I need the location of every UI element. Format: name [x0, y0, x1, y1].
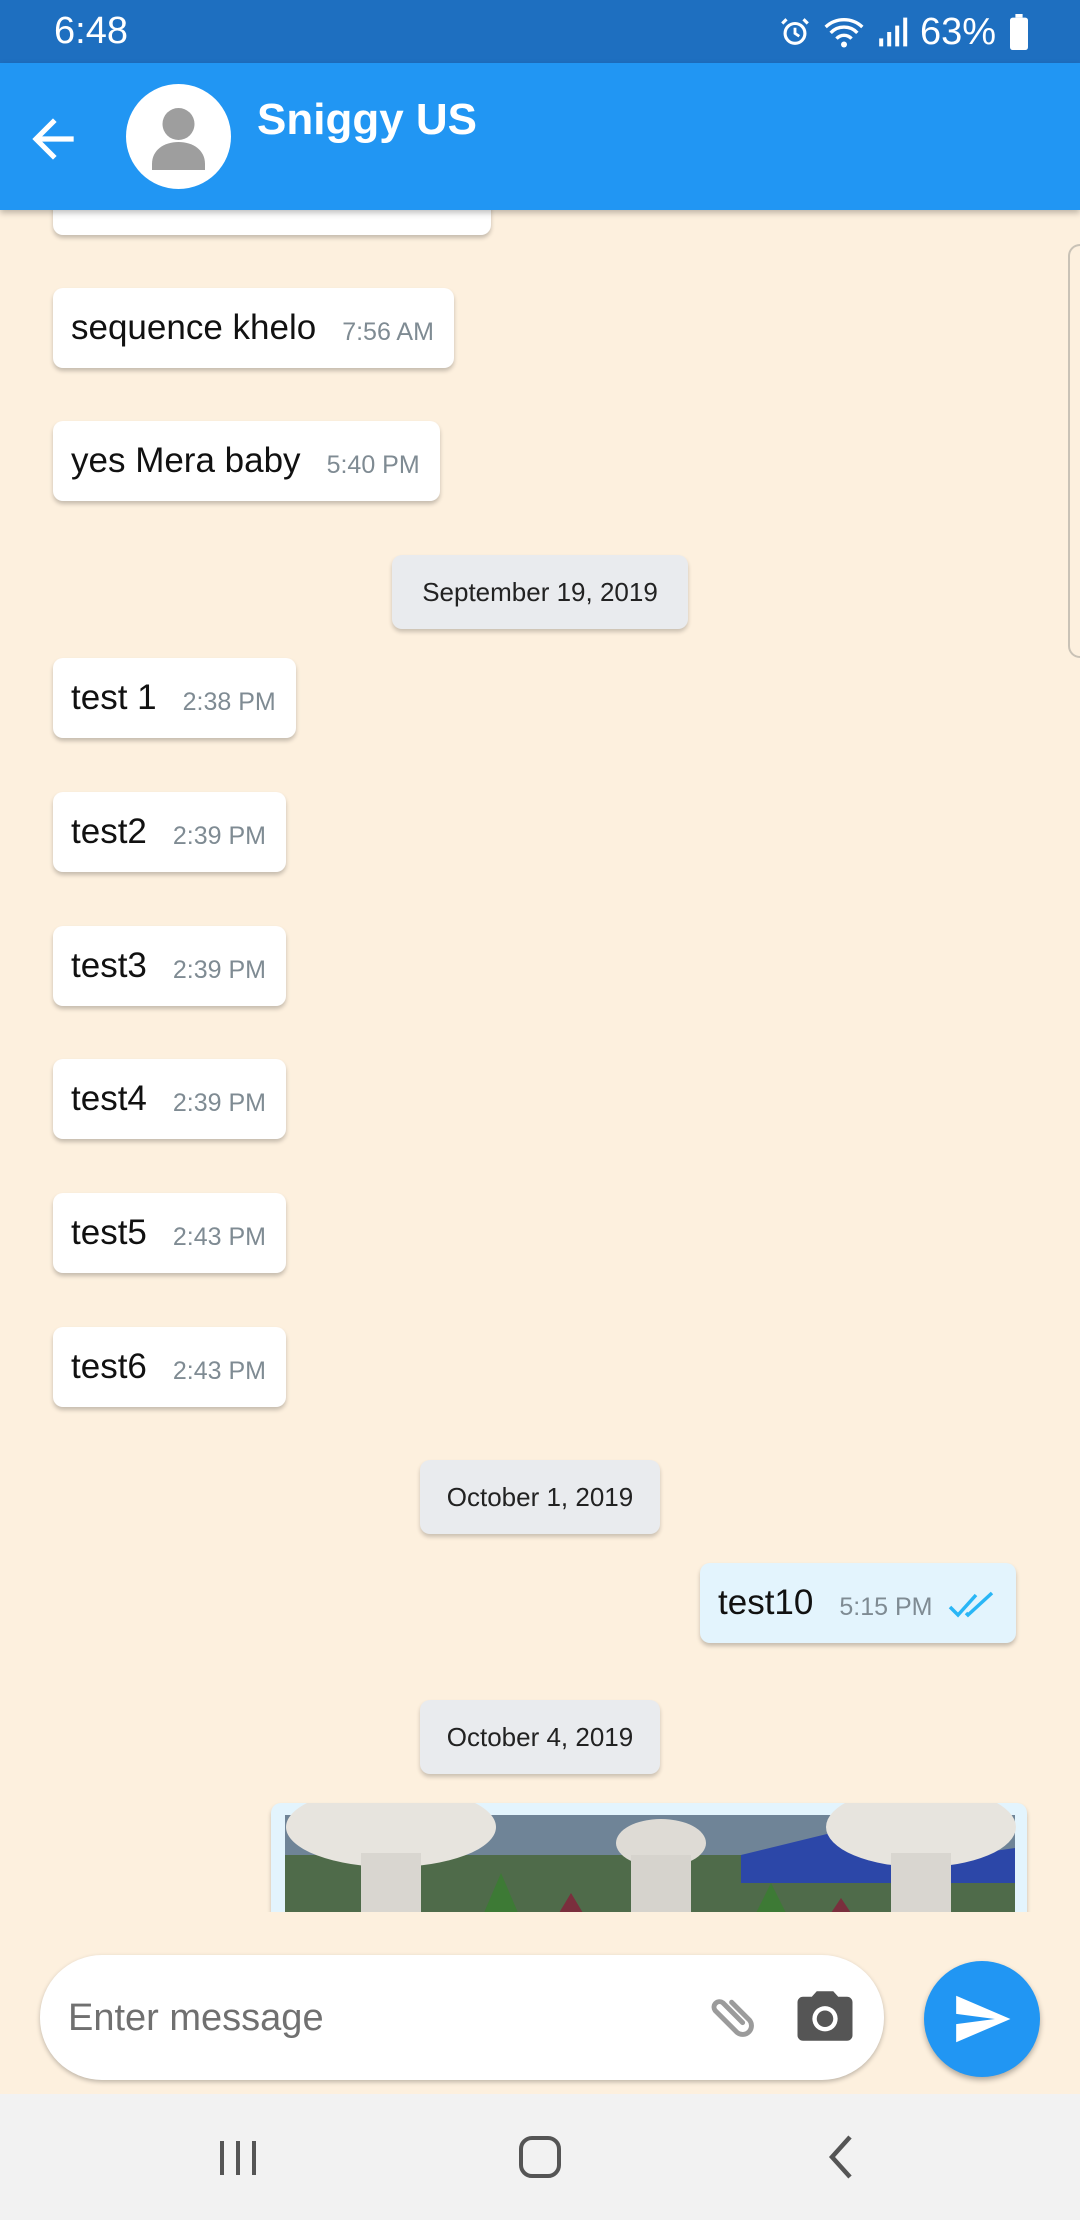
message-time: 5:40 PM — [326, 450, 420, 479]
message-input[interactable] — [66, 1955, 710, 2082]
alarm-icon — [781, 18, 809, 45]
message-text: test5 — [71, 1213, 147, 1252]
battery-icon — [1010, 14, 1028, 50]
message-bubble-outgoing[interactable]: test10 5:15 PM — [700, 1563, 1017, 1643]
message-composer — [40, 1955, 884, 2082]
home-icon — [519, 2136, 561, 2178]
message-bubble[interactable]: test3 2:39 PM — [53, 926, 286, 1006]
system-nav-bar — [0, 2094, 1080, 2220]
message-bubble-clipped[interactable] — [53, 210, 491, 235]
message-text: test10 — [718, 1583, 814, 1622]
date-separator: October 4, 2019 — [420, 1700, 660, 1774]
message-bubble[interactable]: test6 2:43 PM — [53, 1327, 286, 1407]
message-bubble[interactable]: sequence khelo 7:56 AM — [53, 288, 454, 368]
scrollbar[interactable] — [1068, 244, 1080, 658]
photo-thumbnail — [285, 1803, 1016, 1912]
message-bubble[interactable]: yes Mera baby 5:40 PM — [53, 421, 440, 501]
message-bubble[interactable]: test2 2:39 PM — [53, 792, 286, 872]
message-text: test 1 — [71, 678, 157, 717]
message-time: 2:39 PM — [172, 821, 266, 850]
message-bubble[interactable]: test 1 2:38 PM — [53, 658, 296, 738]
message-text: test2 — [71, 812, 147, 851]
avatar[interactable] — [126, 84, 231, 189]
image-message[interactable] — [271, 1803, 1027, 1912]
message-text: yes Mera baby — [71, 441, 301, 480]
date-label: October 4, 2019 — [446, 1721, 634, 1752]
app-bar: Sniggy US — [0, 63, 1080, 210]
person-icon — [152, 108, 205, 170]
wifi-icon — [824, 18, 864, 48]
attach-button[interactable] — [700, 1983, 766, 2049]
message-bubble[interactable]: test4 2:39 PM — [53, 1059, 286, 1139]
status-bar: 6:48 63% — [0, 0, 1080, 63]
message-text: test6 — [71, 1347, 147, 1386]
date-separator: September 19, 2019 — [392, 555, 688, 629]
paperclip-icon — [711, 1999, 754, 2037]
recent-apps-icon — [220, 2141, 256, 2175]
message-bubble[interactable]: test5 2:43 PM — [53, 1193, 286, 1273]
message-time: 2:43 PM — [172, 1222, 266, 1251]
message-text: test3 — [71, 946, 147, 985]
status-time: 6:48 — [54, 10, 128, 52]
chat-area[interactable]: sequence khelo 7:56 AM yes Mera baby 5:4… — [0, 210, 1080, 1912]
message-time: 7:56 AM — [342, 317, 434, 346]
home-button[interactable] — [510, 2127, 570, 2187]
message-time: 2:43 PM — [172, 1356, 266, 1385]
message-time: 5:15 PM — [839, 1592, 933, 1621]
recent-apps-button[interactable] — [208, 2127, 268, 2187]
message-text: test4 — [71, 1079, 147, 1118]
camera-button[interactable] — [792, 1983, 858, 2049]
double-check-icon — [949, 1591, 994, 1618]
back-nav-button[interactable] — [812, 2127, 872, 2187]
date-separator: October 1, 2019 — [420, 1460, 660, 1534]
message-time: 2:39 PM — [172, 955, 266, 984]
back-button[interactable] — [22, 108, 84, 170]
status-icons: 63% — [778, 8, 1030, 56]
camera-icon — [797, 1991, 853, 2041]
message-time: 2:39 PM — [172, 1088, 266, 1117]
contact-name[interactable]: Sniggy US — [257, 95, 477, 145]
chevron-left-icon — [828, 2135, 852, 2179]
arrow-left-icon — [32, 118, 74, 160]
message-time: 2:38 PM — [182, 687, 276, 716]
signal-icon — [879, 17, 908, 47]
date-label: October 1, 2019 — [446, 1481, 634, 1512]
send-icon — [956, 1995, 1011, 2043]
battery-percent: 63% — [919, 10, 996, 53]
send-button[interactable] — [924, 1961, 1040, 2077]
date-label: September 19, 2019 — [422, 576, 658, 607]
message-text: sequence khelo — [71, 308, 317, 347]
